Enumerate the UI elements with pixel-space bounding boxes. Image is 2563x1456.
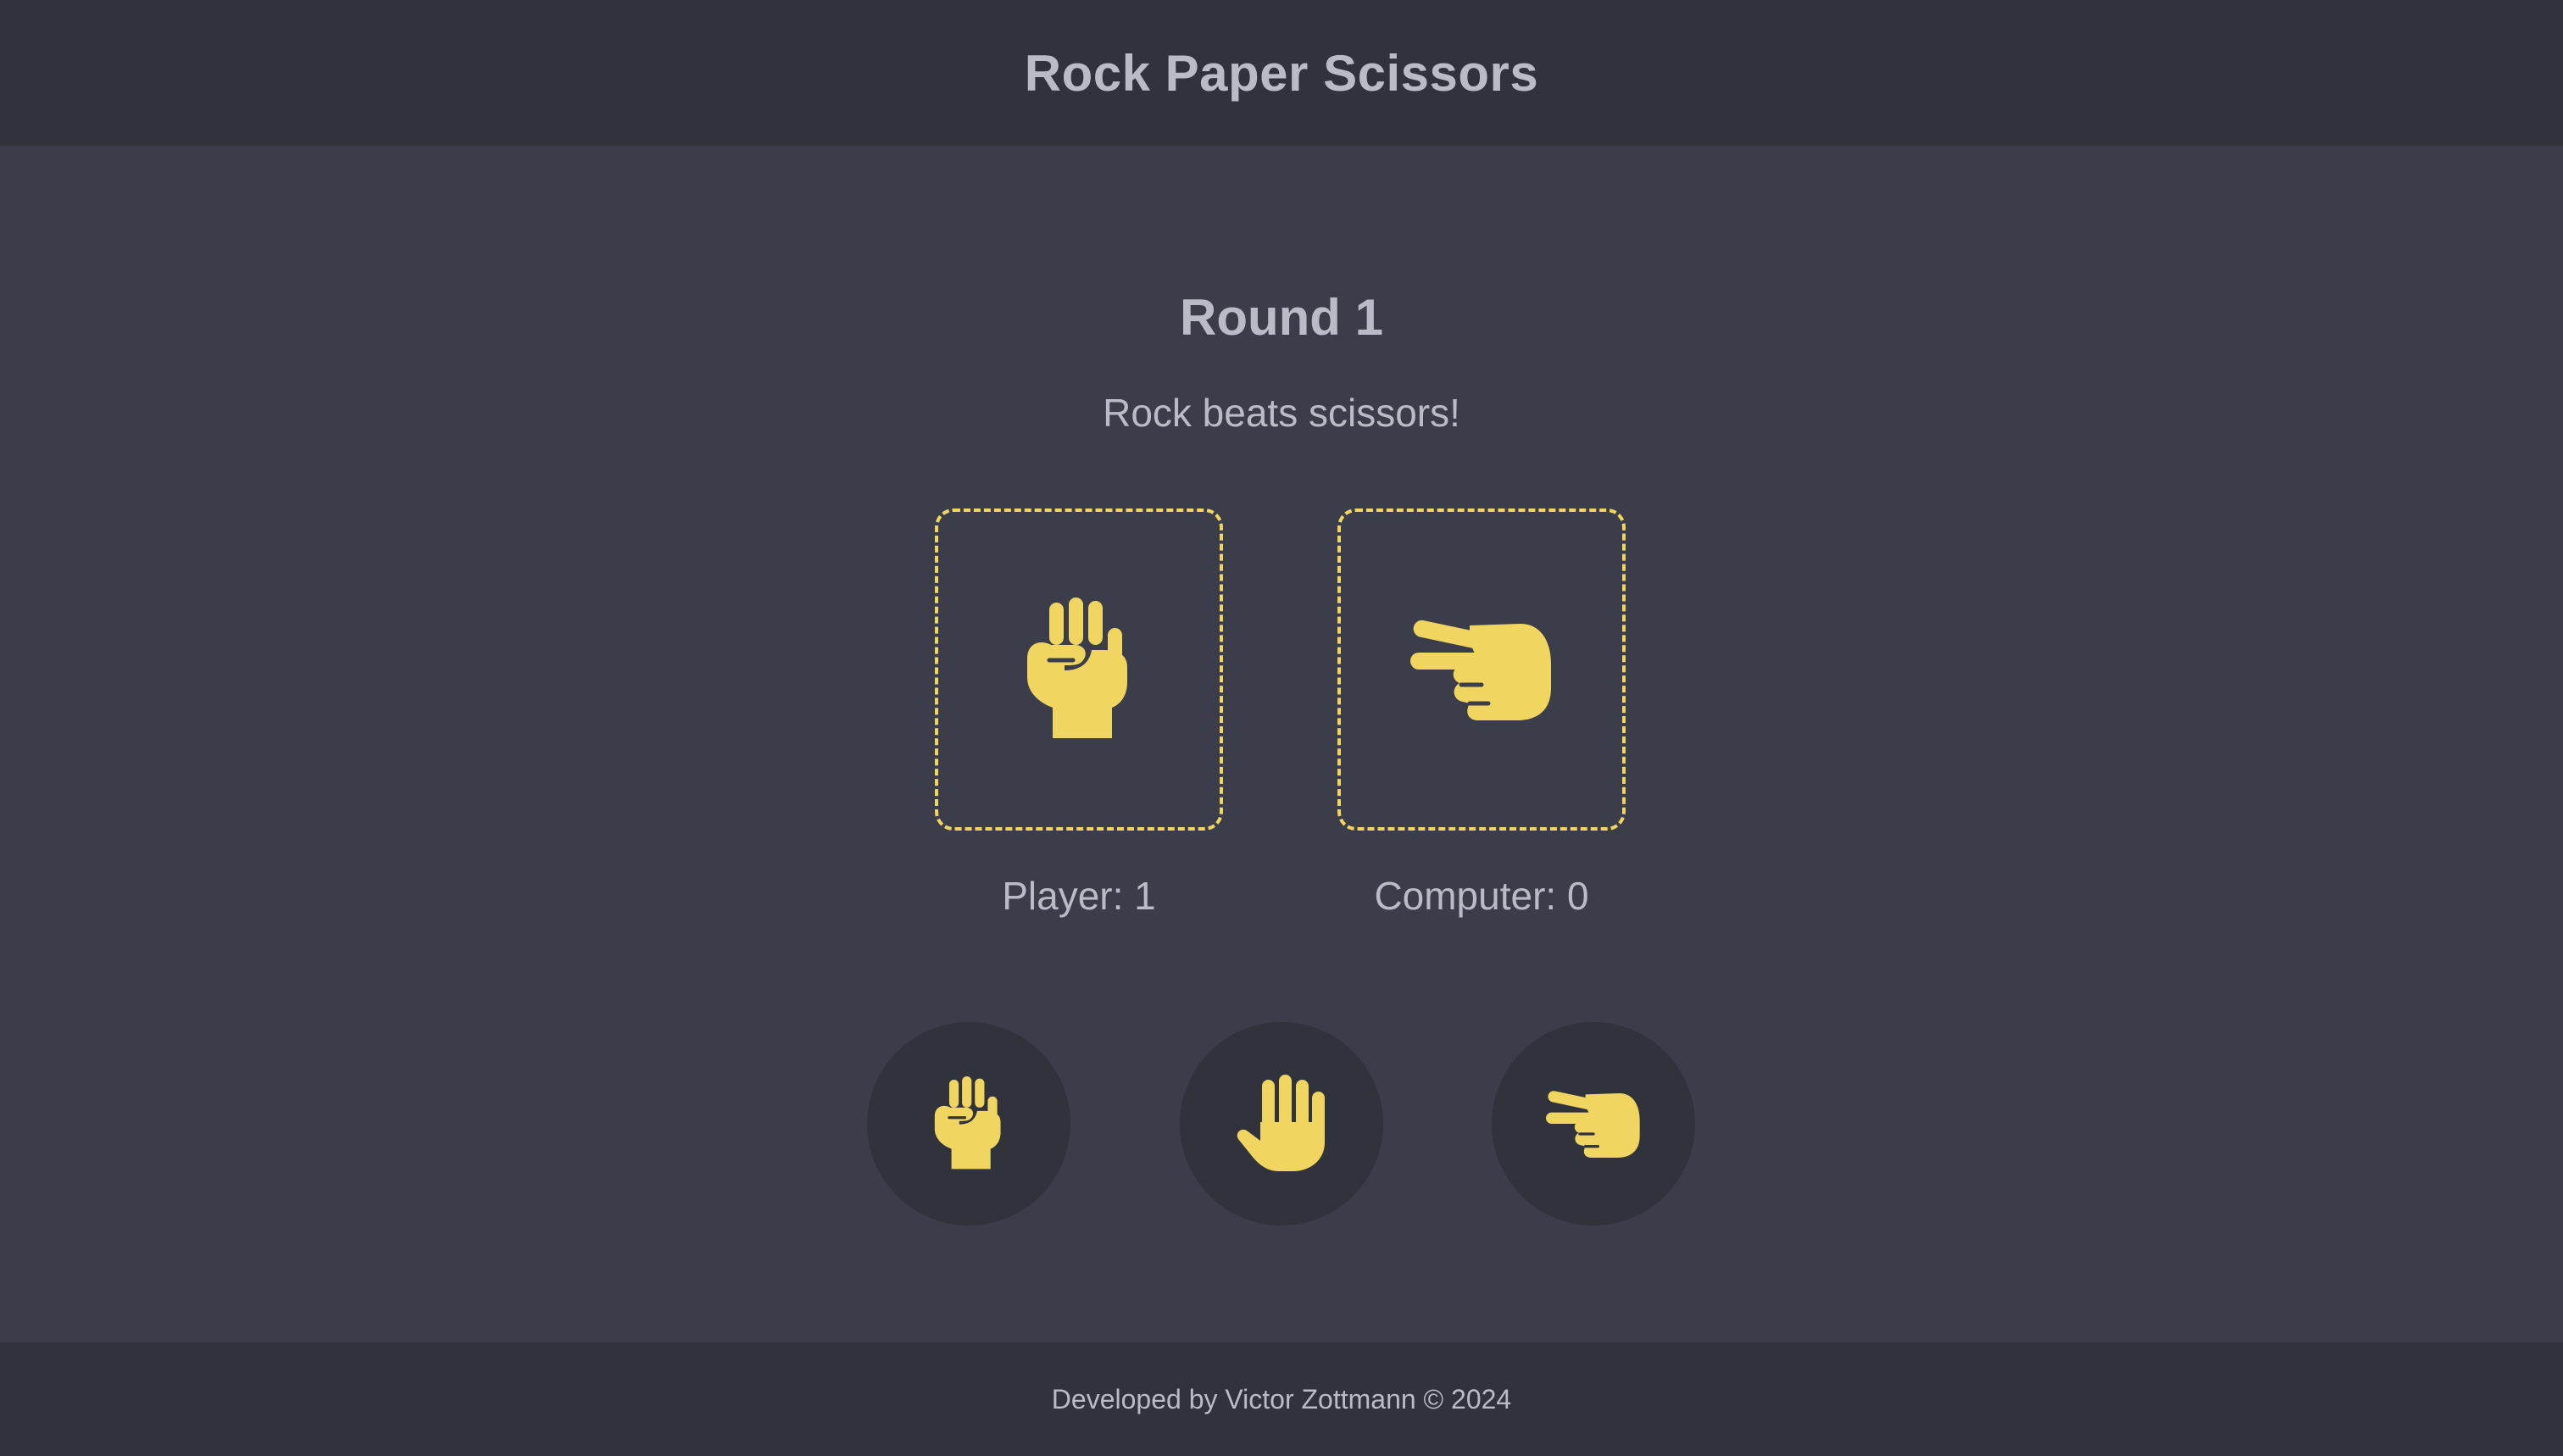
rock-fist-icon: [932, 1076, 1005, 1171]
computer-score-value: 0: [1566, 874, 1589, 918]
player-score: Player: 1: [867, 873, 1291, 919]
player-choice-box: [935, 508, 1223, 831]
app-title: Rock Paper Scissors: [1024, 44, 1539, 102]
round-title: Round 1: [1180, 289, 1383, 346]
player-score-label: Player:: [1002, 874, 1124, 918]
app-header: Rock Paper Scissors: [0, 0, 2563, 146]
rock-fist-icon: [1024, 597, 1134, 742]
player-score-value: 1: [1134, 874, 1156, 918]
computer-score: Computer: 0: [1270, 873, 1693, 919]
rock-button[interactable]: [867, 1022, 1070, 1225]
scissors-button[interactable]: [1492, 1022, 1695, 1225]
result-message: Rock beats scissors!: [1103, 391, 1460, 435]
scissors-hand-icon: [1546, 1088, 1641, 1159]
computer-choice-box: [1337, 508, 1626, 831]
footer: Developed by Victor Zottmann © 2024: [0, 1342, 2563, 1456]
game-area: Round 1 Rock beats scissors! Player: 1 C…: [0, 146, 2563, 1342]
scissors-hand-icon: [1410, 617, 1553, 722]
paper-hand-icon: [1235, 1075, 1328, 1173]
paper-button[interactable]: [1180, 1022, 1383, 1225]
computer-score-label: Computer:: [1374, 874, 1557, 918]
footer-credit: Developed by Victor Zottmann © 2024: [1051, 1383, 1512, 1414]
